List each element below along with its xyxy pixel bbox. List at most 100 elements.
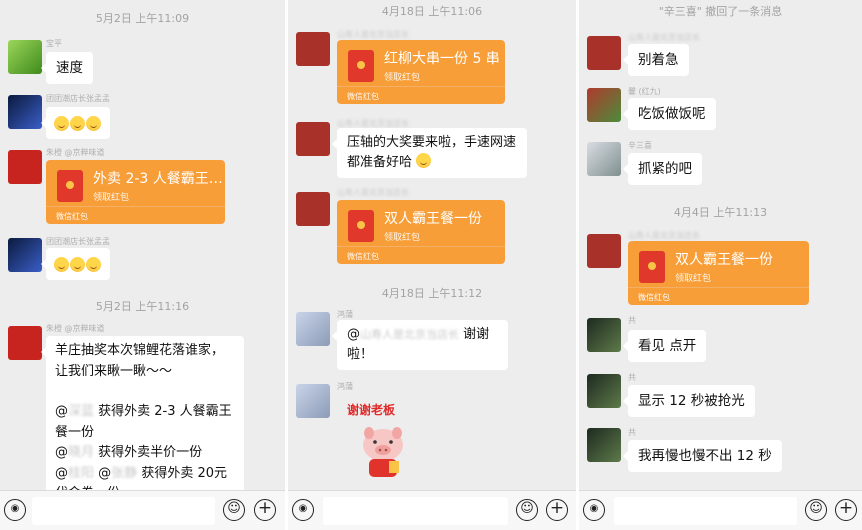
avatar[interactable] [8, 40, 42, 74]
plus-icon[interactable]: + [835, 499, 857, 521]
chat-panel-right: "辛三喜" 撤回了一条消息 山寿人是北京当店长 别着急 馨 (红九) 吃饭做饭呢… [579, 0, 862, 530]
red-packet-title: 双人霸王餐一份 [675, 252, 773, 268]
emoji-icon[interactable]: ☺ [516, 499, 538, 521]
sender-name: 山寿人是北京当店长 [337, 188, 409, 197]
sender-name: 鸿蒲 [337, 382, 353, 391]
sender-name: 馨 (红九) [628, 87, 661, 96]
message-line: 羊庄抽奖本次锦鲤花落谁家， [55, 343, 225, 358]
avatar[interactable] [587, 36, 621, 70]
avatar[interactable] [296, 32, 330, 66]
emoji-bubble[interactable] [41, 248, 110, 280]
avatar[interactable] [587, 318, 621, 352]
message-bubble[interactable]: 我再慢也慢不出 12 秒 [623, 440, 782, 472]
red-packet-footer: 微信红包 [337, 246, 505, 264]
voice-icon[interactable]: ◉ [4, 499, 26, 521]
red-envelope-icon [348, 50, 374, 82]
smiling-emoji-icon [416, 153, 432, 168]
avatar[interactable] [587, 374, 621, 408]
laughing-emoji-icon [70, 257, 85, 272]
mention: @ [55, 465, 68, 481]
emoji-icon[interactable]: ☺ [805, 499, 827, 521]
message-bubble[interactable]: 吃饭做饭呢 [623, 98, 716, 130]
red-envelope-icon [639, 251, 665, 283]
laughing-emoji-icon [54, 116, 69, 131]
plus-icon[interactable]: + [254, 499, 276, 521]
red-packet-subtitle: 领取红包 [93, 193, 130, 203]
winner-line: @晓月 获得外卖半价一份 [55, 443, 235, 464]
message-input[interactable] [32, 497, 215, 525]
message-input[interactable] [614, 497, 797, 525]
laughing-emoji-icon [86, 257, 101, 272]
message-text: 速度 [56, 60, 83, 76]
timestamp: 5月2日 上午11:16 [95, 300, 190, 313]
chat-panel-left: 5月2日 上午11:09 宝平 速度 团团潮店长张孟孟 朱橙 @京粹味道 外卖 … [0, 0, 285, 530]
winner-text: 获得外卖 20元 [141, 465, 227, 481]
red-packet-title: 双人霸王餐一份 [384, 211, 482, 227]
avatar[interactable] [296, 312, 330, 346]
message-input[interactable] [323, 497, 508, 525]
emoji-icon[interactable]: ☺ [223, 499, 245, 521]
plus-icon[interactable]: + [546, 499, 568, 521]
avatar[interactable] [296, 192, 330, 226]
sender-name: 共 [628, 428, 636, 437]
blurred-name: 山寿人是北京当店长 [360, 328, 459, 341]
winner-text: 获得外卖半价一份 [98, 445, 203, 460]
reply-bubble[interactable]: @山寿人是北京当店长 谢谢 啦！ [332, 320, 508, 370]
timestamp: 4月18日 上午11:06 [381, 5, 483, 18]
message-bubble[interactable]: 速度 [41, 52, 93, 84]
message-text: 抓紧的吧 [638, 161, 692, 177]
red-packet[interactable]: 外卖 2-3 人餐霸王… 领取红包 微信红包 [46, 160, 225, 224]
message-text: 显示 12 秒被抢光 [638, 393, 745, 409]
mention: @ [98, 465, 112, 481]
recall-notice: "辛三喜" 撤回了一条消息 [658, 5, 783, 18]
avatar[interactable] [296, 384, 330, 418]
avatar[interactable] [8, 326, 42, 360]
red-packet[interactable]: 红柳大串一份 5 串 领取红包 微信红包 [337, 40, 505, 104]
red-packet-subtitle: 领取红包 [384, 73, 421, 83]
message-bubble[interactable]: 显示 12 秒被抢光 [623, 385, 755, 417]
sender-name: 团团潮店长张孟孟 [46, 94, 110, 103]
laughing-emoji-icon [54, 257, 69, 272]
avatar[interactable] [296, 122, 330, 156]
avatar[interactable] [8, 95, 42, 129]
message-bubble[interactable]: 看见 点开 [622, 330, 707, 362]
red-packet-footer: 微信红包 [628, 287, 809, 305]
avatar[interactable] [587, 428, 621, 462]
message-line: @山寿人是北京当店长 谢谢 [347, 325, 498, 345]
laughing-emoji-icon [86, 116, 101, 131]
sender-name: 辛三喜 [628, 141, 652, 150]
sender-name: 山寿人是北京当店长 [628, 231, 700, 240]
chat-panel-middle: 4月18日 上午11:06 山寿人是北京当店长 红柳大串一份 5 串 领取红包 … [288, 0, 576, 530]
avatar[interactable] [587, 234, 621, 268]
message-bubble[interactable]: 别着急 [623, 44, 689, 76]
sender-name: 鸿蒲 [337, 310, 353, 319]
sender-name: 共 [628, 316, 636, 325]
red-envelope-icon [348, 210, 374, 242]
blurred-name: 晓月 [68, 445, 95, 460]
message-text: 都准备好哈 [347, 155, 413, 170]
avatar[interactable] [587, 142, 621, 176]
voice-icon[interactable]: ◉ [292, 499, 314, 521]
input-bar: ◉ ☺ + [579, 490, 862, 530]
input-bar: ◉ ☺ + [288, 490, 576, 530]
lottery-message[interactable]: 羊庄抽奖本次锦鲤花落谁家， 让我们来瞅一瞅～～ @深蓝 获得外卖 2-3 人餐霸… [41, 336, 244, 510]
red-packet-footer: 微信红包 [46, 206, 225, 224]
red-packet-footer: 微信红包 [337, 86, 505, 104]
avatar[interactable] [8, 150, 42, 184]
laughing-emoji-icon [70, 116, 85, 131]
blurred-name: 桂阳 [68, 465, 95, 481]
avatar[interactable] [8, 238, 42, 272]
red-packet[interactable]: 双人霸王餐一份 领取红包 微信红包 [337, 200, 505, 264]
mention: @ [347, 327, 360, 342]
timestamp: 4月18日 上午11:12 [381, 287, 483, 300]
voice-icon[interactable]: ◉ [583, 499, 605, 521]
red-packet[interactable]: 双人霸王餐一份 领取红包 微信红包 [628, 241, 809, 305]
thank-boss-sticker[interactable]: 谢谢老板 [343, 395, 423, 487]
timestamp: 4月4日 上午11:13 [673, 206, 768, 219]
red-packet-subtitle: 领取红包 [384, 233, 421, 243]
avatar[interactable] [587, 88, 621, 122]
message-bubble[interactable]: 抓紧的吧 [623, 153, 702, 185]
emoji-bubble[interactable] [41, 107, 110, 139]
sender-name: 共 [628, 373, 636, 382]
message-bubble[interactable]: 压轴的大奖要来啦，手速网速 都准备好哈 [332, 128, 527, 178]
